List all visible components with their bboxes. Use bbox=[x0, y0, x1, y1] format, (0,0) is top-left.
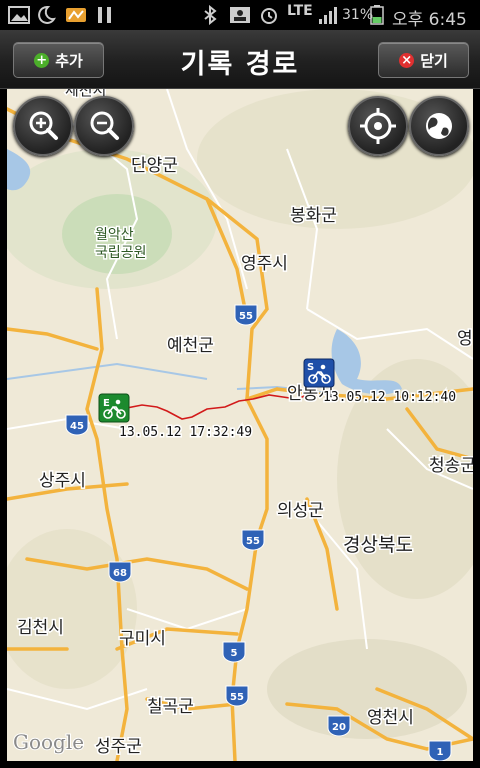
bluetooth-icon bbox=[204, 5, 217, 25]
gallery-icon bbox=[8, 6, 30, 24]
network-type: LTE bbox=[287, 3, 313, 19]
map-label-sangju: 상주시 bbox=[39, 471, 86, 491]
road-shield-5: 5 bbox=[222, 641, 246, 663]
map-label-chilgok: 칠곡군 bbox=[147, 697, 194, 717]
close-button-label: 닫기 bbox=[420, 51, 448, 70]
app-notification-icon bbox=[66, 8, 86, 22]
start-marker-time: 13.05.12 10:12:40 bbox=[323, 390, 456, 405]
bottom-edge bbox=[0, 761, 480, 768]
road-shield-text: 5 bbox=[231, 648, 238, 659]
google-logo: Google bbox=[13, 730, 84, 754]
status-bar: LTE 31% 오후 6:45 bbox=[0, 0, 480, 30]
road-shield-45: 45 bbox=[65, 414, 89, 436]
route-map[interactable]: 55 45 55 68 5 55 20 1 제천시 단양군 봉화군 월악산 국립… bbox=[7, 89, 473, 761]
moon-icon bbox=[38, 5, 56, 24]
start-marker-letter: S bbox=[307, 362, 314, 373]
zoom-out-icon bbox=[90, 111, 119, 140]
map-label-yeong-edge: 영 bbox=[457, 329, 473, 349]
road-shield-55-b: 55 bbox=[241, 529, 265, 551]
close-button[interactable]: × 닫기 bbox=[378, 42, 469, 78]
map-label-woraksan-park: 국립공원 bbox=[95, 245, 147, 261]
road-shield-68: 68 bbox=[108, 561, 132, 583]
my-location-button[interactable] bbox=[348, 96, 408, 156]
map-label-gimcheon: 김천시 bbox=[17, 618, 64, 638]
crosshair-icon bbox=[360, 108, 396, 144]
map-label-seongju: 성주군 bbox=[95, 737, 142, 757]
globe-icon bbox=[426, 113, 452, 139]
road-shield-text: 68 bbox=[113, 568, 127, 579]
clock: 오후 6:45 bbox=[392, 10, 467, 30]
map-label-bonghwa: 봉화군 bbox=[290, 206, 337, 226]
road-shield-text: 55 bbox=[246, 536, 260, 547]
map-canvas[interactable]: 55 45 55 68 5 55 20 1 제천시 단양군 봉화군 월악산 국립… bbox=[7, 89, 473, 761]
road-shield-text: 1 bbox=[437, 747, 444, 758]
battery-icon bbox=[370, 5, 384, 25]
road-shield-55-a: 55 bbox=[234, 304, 258, 326]
battery-percent: 31% bbox=[342, 7, 374, 23]
map-label-yeongju: 영주시 bbox=[241, 254, 288, 274]
road-shield-1: 1 bbox=[428, 740, 452, 761]
map-label-yecheon: 예천군 bbox=[167, 336, 214, 356]
zoom-out-button[interactable] bbox=[74, 96, 134, 156]
end-marker-letter: E bbox=[103, 398, 110, 409]
pause-icon bbox=[98, 7, 111, 23]
road-shield-text: 20 bbox=[332, 722, 346, 733]
map-label-yeongcheon: 영천시 bbox=[367, 708, 414, 728]
route-end-marker[interactable]: E bbox=[98, 393, 130, 423]
end-marker-time: 13.05.12 17:32:49 bbox=[119, 425, 252, 440]
alarm-icon bbox=[261, 8, 277, 24]
road-shield-text: 55 bbox=[230, 692, 244, 703]
title-bar: + 추가 기록 경로 × 닫기 bbox=[0, 30, 480, 89]
road-shield-text: 45 bbox=[70, 421, 84, 432]
map-label-gumi: 구미시 bbox=[119, 629, 166, 649]
map-label-gyeongbuk: 경상북도 bbox=[343, 534, 413, 556]
map-label-cheongsong: 청송군 bbox=[429, 456, 473, 476]
route-start-marker[interactable]: S bbox=[303, 358, 335, 388]
image-icon bbox=[230, 7, 250, 23]
map-label-danyang: 단양군 bbox=[131, 156, 178, 176]
signal-icon bbox=[319, 7, 337, 24]
map-label-woraksan: 월악산 bbox=[95, 227, 134, 243]
map-type-button[interactable] bbox=[409, 96, 469, 156]
road-shield-text: 55 bbox=[239, 311, 253, 322]
zoom-in-button[interactable] bbox=[13, 96, 73, 156]
road-shield-55-c: 55 bbox=[225, 685, 249, 707]
close-icon: × bbox=[399, 52, 415, 68]
road-shield-20: 20 bbox=[327, 715, 351, 737]
map-label-uiseong: 의성군 bbox=[277, 501, 324, 521]
zoom-in-icon bbox=[29, 111, 58, 140]
